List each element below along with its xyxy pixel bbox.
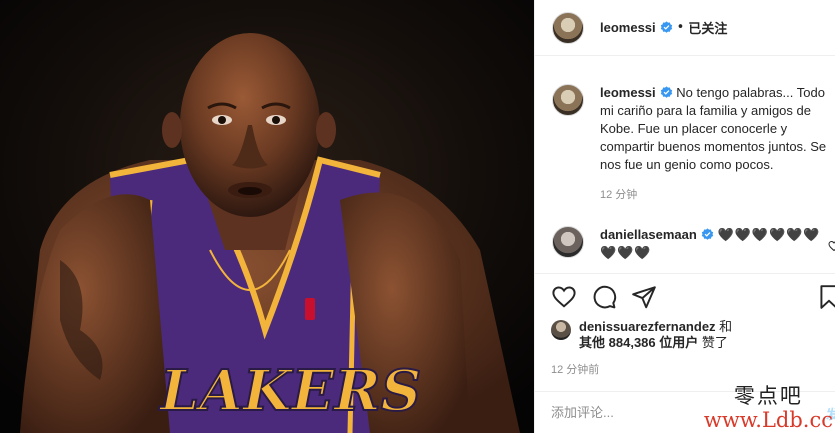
likes-text: denissuarezfernandez 和 其他 884,386 位用户 赞了 xyxy=(579,319,732,351)
caption-avatar[interactable] xyxy=(552,84,584,116)
share-icon[interactable] xyxy=(631,284,657,310)
svg-text:LAKERS: LAKERS xyxy=(158,358,421,424)
verified-badge-icon xyxy=(660,86,672,98)
comment-icon[interactable] xyxy=(591,284,617,310)
commenter-username[interactable]: daniellasemaan xyxy=(600,227,697,242)
caption-time[interactable]: 12 分钟 xyxy=(600,186,832,202)
site-watermark: 零点吧 www.Ldb.cc xyxy=(704,384,833,432)
post-header: leomessi • 已关注 xyxy=(535,0,835,56)
likes-summary: denissuarezfernandez 和 其他 884,386 位用户 赞了 xyxy=(551,319,820,351)
comment-item: daniellasemaan 🖤🖤🖤🖤🖤🖤🖤🖤🖤 xyxy=(552,226,835,262)
watermark-line2: www.Ldb.cc xyxy=(703,408,833,432)
caption-username[interactable]: leomessi xyxy=(600,85,656,100)
likes-count: 884,386 xyxy=(608,335,656,350)
likes-count-link[interactable]: 其他 884,386 位用户 xyxy=(579,335,698,350)
comment-body: daniellasemaan 🖤🖤🖤🖤🖤🖤🖤🖤🖤 xyxy=(600,226,832,262)
action-icons xyxy=(551,284,835,310)
heart-icon[interactable] xyxy=(551,284,577,310)
author-avatar[interactable] xyxy=(552,11,584,44)
likes-action: 赞了 xyxy=(701,335,728,350)
bookmark-icon[interactable] xyxy=(816,284,835,310)
post-sidebar: leomessi • 已关注 leomessi No tengo palabra… xyxy=(534,0,835,433)
liker-username[interactable]: denissuarezfernandez xyxy=(579,319,716,334)
follow-button[interactable]: 已关注 xyxy=(688,18,727,37)
post-timestamp[interactable]: 12 分钟前 xyxy=(551,361,820,377)
likes-others-suffix: 位用户 xyxy=(659,335,699,350)
comment-like-icon[interactable] xyxy=(828,240,835,252)
post-photo[interactable]: LAKERS xyxy=(0,0,534,433)
comments-list[interactable]: leomessi No tengo palabras... Todo mi ca… xyxy=(535,57,835,273)
comment-text-block: daniellasemaan 🖤🖤🖤🖤🖤🖤🖤🖤🖤 xyxy=(600,226,832,262)
photo-image: LAKERS xyxy=(0,0,534,433)
post-actions: denissuarezfernandez 和 其他 884,386 位用户 赞了… xyxy=(535,273,835,377)
likes-joiner: 和 xyxy=(719,319,733,334)
caption-body: leomessi No tengo palabras... Todo mi ca… xyxy=(600,84,832,202)
liker-avatar[interactable] xyxy=(551,320,571,340)
watermark-line1: 零点吧 xyxy=(733,384,803,408)
author-username[interactable]: leomessi xyxy=(600,20,656,35)
likes-others-prefix: 其他 xyxy=(579,335,606,350)
verified-badge-icon xyxy=(701,228,714,240)
header-separator: • xyxy=(676,20,685,35)
caption-text-block: leomessi No tengo palabras... Todo mi ca… xyxy=(600,84,832,174)
commenter-avatar[interactable] xyxy=(552,226,584,258)
caption-item: leomessi No tengo palabras... Todo mi ca… xyxy=(552,84,835,202)
verified-badge-icon xyxy=(660,21,672,33)
